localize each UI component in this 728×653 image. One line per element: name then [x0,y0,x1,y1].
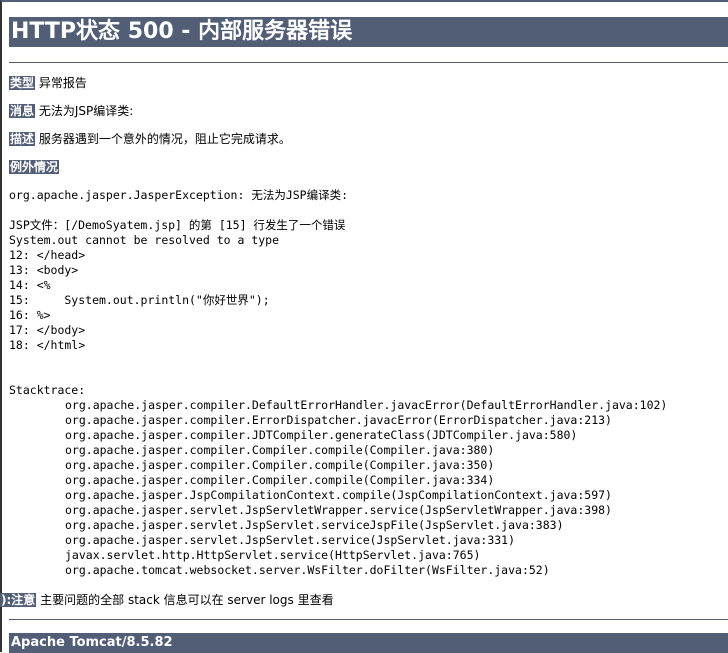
divider [9,62,728,63]
stacktrace-line: org.apache.jasper.servlet.JspServletWrap… [65,503,612,517]
description-label: 描述 [9,132,36,146]
exception-line: 12: </head> [9,248,86,262]
server-footer: Apache Tomcat/8.5.82 [9,633,728,653]
divider [9,619,728,620]
type-value: 异常报告 [38,76,87,90]
stacktrace-line: org.apache.jasper.servlet.JspServlet.ser… [65,518,564,532]
message-value: 无法为JSP编译类: [38,104,134,118]
stacktrace-line: org.apache.tomcat.websocket.server.WsFil… [65,563,550,577]
description-value: 服务器遇到一个意外的情况，阻止它完成请求。 [38,132,291,146]
exception-line: JSP文件：[/DemoSyatem.jsp] 的第 [15] 行发生了一个错误 [9,218,346,232]
stacktrace-line: org.apache.jasper.compiler.Compiler.comp… [65,473,495,487]
exception-line: 18: </html> [9,338,86,352]
stacktrace-line: org.apache.jasper.JspCompilationContext.… [65,488,612,502]
stacktrace-line: org.apache.jasper.compiler.DefaultErrorH… [65,398,668,412]
type-row: 类型 异常报告 [9,75,87,91]
exception-line: Stacktrace: [9,383,86,397]
exception-line: ​ [9,353,667,368]
note-row: ):注意 主要问题的全部 stack 信息可以在 server logs 里查看 [0,592,334,608]
message-row: 消息 无法为JSP编译类: [9,103,133,119]
exception-line: 14: <% [9,278,51,292]
exception-line: ​ [9,368,667,383]
stacktrace-line: org.apache.jasper.compiler.JDTCompiler.g… [65,428,578,442]
note-value: 主要问题的全部 stack 信息可以在 server logs 里查看 [40,593,334,607]
exception-line: System.out cannot be resolved to a type [9,233,280,247]
stacktrace-line: org.apache.jasper.compiler.Compiler.comp… [65,458,495,472]
exception-line: org.apache.jasper.JasperException: 无法为JS… [9,188,349,202]
exception-line: 13: <body> [9,263,79,277]
exception-line: ​ [9,203,667,218]
exception-label: 例外情况 [9,160,60,174]
stacktrace-line: org.apache.jasper.servlet.JspServlet.ser… [65,533,516,547]
message-label: 消息 [9,104,36,118]
description-row: 描述 服务器遇到一个意外的情况，阻止它完成请求。 [9,131,291,147]
page-title: HTTP状态 500 - 内部服务器错误 [9,17,728,47]
stacktrace-line: javax.servlet.http.HttpServlet.service(H… [65,548,481,562]
exception-line: 16: %> [9,308,51,322]
stacktrace-line: org.apache.jasper.compiler.Compiler.comp… [65,443,495,457]
exception-row: 例外情况 [9,159,60,175]
exception-trace: org.apache.jasper.JasperException: 无法为JS… [9,188,667,578]
note-label: ):注意 [0,593,37,607]
exception-line: 15: System.out.println("你好世界"); [9,293,270,307]
stacktrace-line: org.apache.jasper.compiler.ErrorDispatch… [65,413,612,427]
type-label: 类型 [9,76,36,90]
exception-line: 17: </body> [9,323,86,337]
